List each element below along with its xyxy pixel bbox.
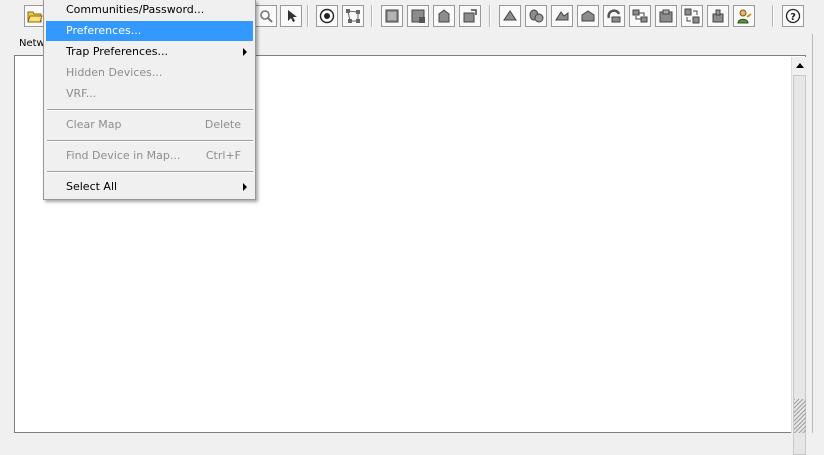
menu-item-select-all[interactable]: Select All (46, 177, 253, 197)
menu-item-label: VRF... (66, 87, 97, 100)
network-icon-7[interactable] (655, 5, 677, 27)
network-panel-label: Netw (19, 38, 45, 49)
device-group-icon[interactable] (316, 5, 338, 27)
menu-item-clear-map[interactable]: Clear Map Delete (46, 115, 253, 135)
network-icon-4[interactable] (577, 5, 599, 27)
submenu-arrow-icon (243, 183, 247, 191)
menu-item-label: Preferences... (66, 24, 142, 37)
menu-item-hidden-devices[interactable]: Hidden Devices... (46, 63, 253, 83)
network-icon-9[interactable] (707, 5, 729, 27)
network-icon-3[interactable] (551, 5, 573, 27)
menu-item-communities-password[interactable]: Communities/Password... (46, 0, 253, 20)
device-icon-3[interactable] (433, 5, 455, 27)
menu-item-label: Hidden Devices... (66, 66, 163, 79)
pointer-icon[interactable] (280, 5, 302, 27)
menu-separator (47, 171, 253, 173)
menu-item-label: Find Device in Map... (66, 149, 181, 162)
menu-separator (47, 109, 253, 111)
scroll-up-arrow-icon[interactable] (792, 57, 807, 73)
menu-item-label: Communities/Password... (66, 3, 205, 16)
menu-item-shortcut: Delete (204, 118, 241, 131)
context-menu: Communities/Password... Preferences... T… (43, 0, 256, 200)
user-icon[interactable] (733, 5, 755, 27)
network-icon-1[interactable] (499, 5, 521, 27)
network-icon-5[interactable] (603, 5, 625, 27)
svg-text:?: ? (790, 12, 796, 23)
menu-item-label: Trap Preferences... (66, 45, 169, 58)
device-icon-4[interactable] (459, 5, 481, 27)
menu-item-vrf[interactable]: VRF... (46, 84, 253, 104)
device-icon-1[interactable] (381, 5, 403, 27)
menu-separator (47, 140, 253, 142)
help-icon[interactable]: ? (782, 5, 804, 27)
zoom-icon[interactable] (255, 5, 277, 27)
device-icon-2[interactable] (407, 5, 429, 27)
network-icon-6[interactable] (629, 5, 651, 27)
vertical-scrollbar[interactable] (791, 57, 807, 455)
menu-item-find-device[interactable]: Find Device in Map... Ctrl+F (46, 146, 253, 166)
menu-item-trap-preferences[interactable]: Trap Preferences... (46, 42, 253, 62)
menu-item-label: Select All (66, 180, 118, 193)
scroll-thumb[interactable] (793, 75, 806, 455)
menu-item-shortcut: Ctrl+F (205, 149, 241, 162)
submenu-arrow-icon (243, 48, 247, 56)
menu-item-label: Clear Map (66, 118, 122, 131)
scroll-grip-icon (794, 399, 806, 433)
menu-item-preferences[interactable]: Preferences... (46, 21, 253, 41)
topology-icon[interactable] (342, 5, 364, 27)
network-icon-2[interactable] (525, 5, 547, 27)
window-right-edge (807, 34, 824, 433)
network-icon-8[interactable] (681, 5, 703, 27)
